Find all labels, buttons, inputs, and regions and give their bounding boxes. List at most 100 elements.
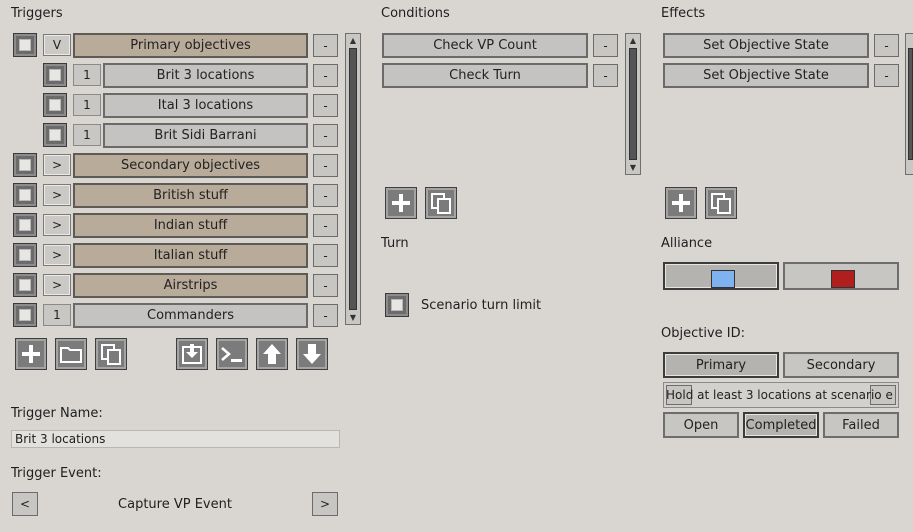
copy-effect-button[interactable]: [705, 187, 737, 219]
trigger-expand-toggle[interactable]: >: [43, 184, 71, 206]
trigger-expand-toggle[interactable]: V: [43, 34, 71, 56]
copy-trigger-button[interactable]: [95, 338, 127, 370]
condition-row[interactable]: Check VP Count: [382, 33, 588, 58]
objective-primary-button[interactable]: Primary: [663, 352, 779, 378]
trigger-row-label[interactable]: Indian stuff: [73, 213, 308, 238]
condition-scrollbar[interactable]: ▲ ▼: [625, 33, 641, 175]
state-completed-button[interactable]: Completed: [743, 412, 819, 438]
add-condition-button[interactable]: [385, 187, 417, 219]
condition-row[interactable]: Check Turn: [382, 63, 588, 88]
trigger-expand-toggle[interactable]: >: [43, 214, 71, 236]
trigger-expand-toggle[interactable]: 1: [73, 64, 101, 86]
scroll-up-arrow-icon[interactable]: ▲: [346, 34, 360, 47]
trigger-expand-toggle[interactable]: 1: [73, 94, 101, 116]
trigger-expand-toggle[interactable]: 1: [43, 304, 71, 326]
remove-trigger-button[interactable]: -: [313, 94, 338, 117]
copy-condition-button[interactable]: [425, 187, 457, 219]
remove-trigger-button[interactable]: -: [313, 34, 338, 57]
trigger-enable-checkbox[interactable]: [43, 123, 67, 147]
scroll-down-arrow-icon[interactable]: ▼: [346, 311, 360, 324]
trigger-event-prev-button[interactable]: <: [12, 492, 38, 516]
remove-effect-button[interactable]: -: [874, 64, 899, 87]
import-icon: [182, 344, 202, 364]
add-effect-button[interactable]: [665, 187, 697, 219]
remove-condition-button[interactable]: -: [593, 34, 618, 57]
effect-scrollbar[interactable]: [905, 33, 913, 175]
trigger-row-label[interactable]: Commanders: [73, 303, 308, 328]
console-trigger-button[interactable]: [216, 338, 248, 370]
console-icon: [221, 347, 242, 362]
trigger-row-label[interactable]: Primary objectives: [73, 33, 308, 58]
trigger-row-label[interactable]: Secondary objectives: [73, 153, 308, 178]
trigger-enable-checkbox[interactable]: [13, 243, 37, 267]
trigger-folder-button[interactable]: [55, 338, 87, 370]
trigger-event-next-button[interactable]: >: [312, 492, 338, 516]
trigger-expand-toggle[interactable]: >: [43, 274, 71, 296]
scroll-track[interactable]: [349, 48, 357, 310]
move-trigger-down-button[interactable]: [296, 338, 328, 370]
trigger-enable-checkbox[interactable]: [13, 213, 37, 237]
remove-trigger-button[interactable]: -: [313, 244, 338, 267]
trigger-enable-checkbox[interactable]: [13, 183, 37, 207]
trigger-name-input[interactable]: Brit 3 locations: [11, 430, 340, 448]
trigger-row-label[interactable]: Brit 3 locations: [103, 63, 308, 88]
trigger-row-label[interactable]: British stuff: [73, 183, 308, 208]
trigger-event-label: Trigger Event:: [11, 466, 102, 481]
trigger-enable-checkbox[interactable]: [43, 63, 67, 87]
trigger-enable-checkbox[interactable]: [43, 93, 67, 117]
objective-secondary-button[interactable]: Secondary: [783, 352, 899, 378]
folder-icon: [60, 347, 82, 363]
scenario-turn-limit-checkbox[interactable]: [385, 293, 409, 317]
copy-icon: [711, 193, 731, 214]
state-failed-button[interactable]: Failed: [823, 412, 899, 438]
add-icon: [672, 194, 690, 212]
trigger-enable-checkbox[interactable]: [13, 273, 37, 297]
scroll-up-arrow-icon[interactable]: ▲: [626, 34, 640, 47]
trigger-row-label[interactable]: Ital 3 locations: [103, 93, 308, 118]
remove-trigger-button[interactable]: -: [313, 154, 338, 177]
scroll-down-arrow-icon[interactable]: ▼: [626, 161, 640, 174]
add-icon: [22, 345, 40, 363]
remove-trigger-button[interactable]: -: [313, 64, 338, 87]
move-trigger-up-button[interactable]: [256, 338, 288, 370]
remove-condition-button[interactable]: -: [593, 64, 618, 87]
scroll-track[interactable]: [908, 48, 913, 160]
trigger-expand-toggle[interactable]: >: [43, 154, 71, 176]
trigger-enable-checkbox[interactable]: [13, 303, 37, 327]
remove-trigger-button[interactable]: -: [313, 304, 338, 327]
move-down-icon: [303, 344, 321, 364]
remove-trigger-button[interactable]: -: [313, 214, 338, 237]
state-open-button[interactable]: Open: [663, 412, 739, 438]
trigger-event-value: Capture VP Event: [118, 496, 232, 512]
alliance-allies-button[interactable]: [663, 262, 779, 290]
scroll-track[interactable]: [629, 48, 637, 160]
turn-header: Turn: [381, 236, 409, 251]
objective-id-label: Objective ID:: [661, 326, 745, 341]
import-trigger-button[interactable]: [176, 338, 208, 370]
triggers-header: Triggers: [11, 6, 63, 21]
trigger-row-label[interactable]: Airstrips: [73, 273, 308, 298]
trigger-expand-toggle[interactable]: >: [43, 244, 71, 266]
add-trigger-button[interactable]: [15, 338, 47, 370]
trigger-enable-checkbox[interactable]: [13, 33, 37, 57]
effects-header: Effects: [661, 6, 706, 21]
trigger-row-label[interactable]: Brit Sidi Barrani: [103, 123, 308, 148]
move-up-icon: [263, 344, 281, 364]
remove-trigger-button[interactable]: -: [313, 124, 338, 147]
effect-row[interactable]: Set Objective State: [663, 33, 869, 58]
copy-icon: [431, 193, 451, 214]
copy-icon: [101, 344, 121, 365]
alliance-axis-button[interactable]: [783, 262, 899, 290]
remove-effect-button[interactable]: -: [874, 34, 899, 57]
trigger-enable-checkbox[interactable]: [13, 153, 37, 177]
alliance-label: Alliance: [661, 236, 713, 251]
objective-description-text: Hold at least 3 locations at scenario en…: [666, 388, 894, 402]
scenario-turn-limit-label: Scenario turn limit: [421, 298, 542, 313]
trigger-scrollbar[interactable]: ▲ ▼: [345, 33, 361, 325]
remove-trigger-button[interactable]: -: [313, 184, 338, 207]
trigger-row-label[interactable]: Italian stuff: [73, 243, 308, 268]
effect-row[interactable]: Set Objective State: [663, 63, 869, 88]
remove-trigger-button[interactable]: -: [313, 274, 338, 297]
trigger-expand-toggle[interactable]: 1: [73, 124, 101, 146]
objective-description-field[interactable]: Hold at least 3 locations at scenario en…: [663, 382, 899, 408]
